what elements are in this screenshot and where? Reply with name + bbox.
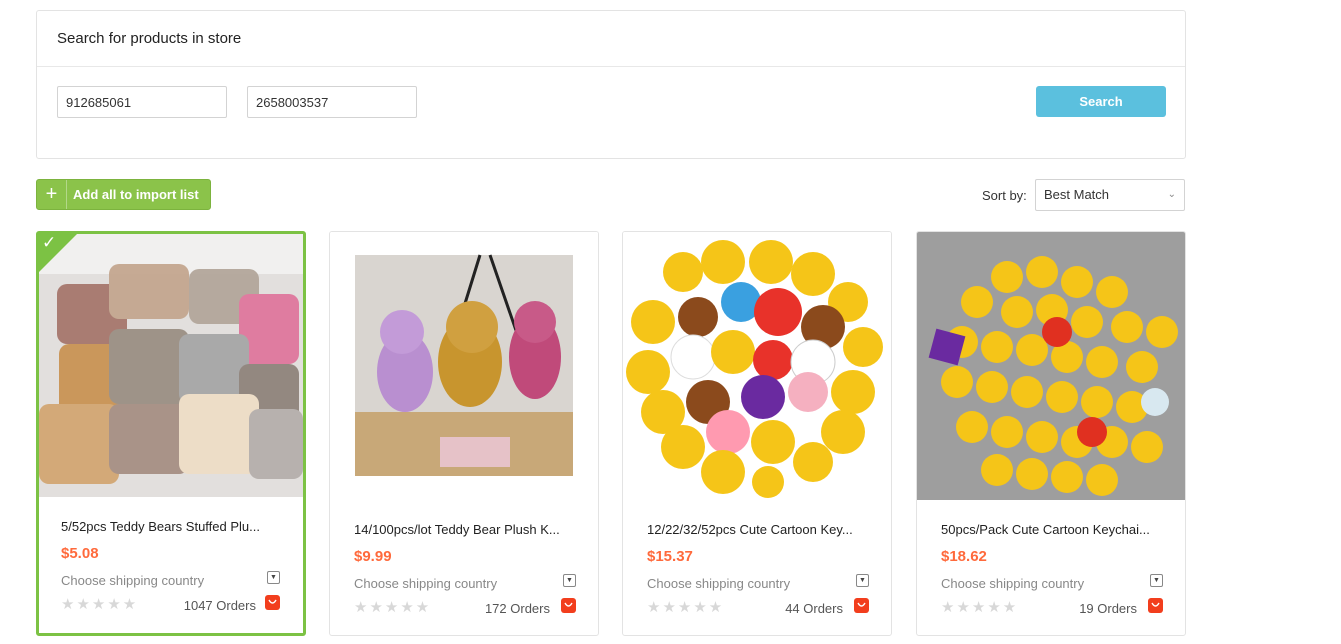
product-image[interactable]: [917, 232, 1185, 500]
product-card[interactable]: ✓ 5/52pcs Teddy Bears Stuffed Plu... $5.…: [36, 231, 306, 636]
aliexpress-icon[interactable]: [265, 595, 280, 610]
shipping-dropdown-icon[interactable]: ▼: [267, 571, 280, 584]
product-price: $5.08: [61, 545, 99, 562]
product-id-field-2[interactable]: [247, 86, 417, 118]
product-title[interactable]: 14/100pcs/lot Teddy Bear Plush K...: [354, 522, 578, 537]
shipping-country-label[interactable]: Choose shipping country: [941, 576, 1084, 591]
product-image[interactable]: [623, 232, 891, 500]
checkmark-icon: ✓: [42, 233, 57, 252]
order-count: 1047 Orders: [183, 598, 256, 613]
product-card[interactable]: 12/22/32/52pcs Cute Cartoon Key... $15.3…: [622, 231, 892, 636]
search-button[interactable]: Search: [1036, 86, 1166, 117]
order-count: 172 Orders: [484, 601, 550, 616]
chevron-down-icon: ⌄: [1167, 189, 1176, 200]
product-id-field-1[interactable]: [57, 86, 227, 118]
product-title[interactable]: 50pcs/Pack Cute Cartoon Keychai...: [941, 522, 1165, 537]
rating-stars: ★★★★★: [647, 599, 725, 616]
aliexpress-icon[interactable]: [1148, 598, 1163, 613]
order-count: 19 Orders: [1079, 601, 1137, 616]
product-price: $15.37: [647, 548, 693, 565]
product-price: $9.99: [354, 548, 392, 565]
shipping-country-label[interactable]: Choose shipping country: [61, 573, 204, 588]
rating-stars: ★★★★★: [941, 599, 1019, 616]
sort-value: Best Match: [1044, 187, 1110, 202]
add-all-to-import-button[interactable]: + Add all to import list: [36, 179, 211, 210]
plus-icon: +: [37, 180, 67, 209]
product-card[interactable]: 14/100pcs/lot Teddy Bear Plush K... $9.9…: [329, 231, 599, 636]
shipping-dropdown-icon[interactable]: ▼: [856, 574, 869, 587]
product-title[interactable]: 5/52pcs Teddy Bears Stuffed Plu...: [61, 519, 285, 534]
shipping-dropdown-icon[interactable]: ▼: [563, 574, 576, 587]
rating-stars: ★★★★★: [61, 596, 139, 613]
shipping-country-label[interactable]: Choose shipping country: [647, 576, 790, 591]
shipping-country-label[interactable]: Choose shipping country: [354, 576, 497, 591]
product-image[interactable]: [330, 232, 598, 500]
product-card[interactable]: 50pcs/Pack Cute Cartoon Keychai... $18.6…: [916, 231, 1186, 636]
rating-stars: ★★★★★: [354, 599, 432, 616]
sort-select[interactable]: Best Match ⌄: [1035, 179, 1185, 211]
aliexpress-icon[interactable]: [854, 598, 869, 613]
product-title[interactable]: 12/22/32/52pcs Cute Cartoon Key...: [647, 522, 871, 537]
sort-label: Sort by:: [982, 188, 1027, 203]
order-count: 44 Orders: [785, 601, 843, 616]
search-panel: Search for products in store Search: [36, 10, 1186, 159]
shipping-dropdown-icon[interactable]: ▼: [1150, 574, 1163, 587]
aliexpress-icon[interactable]: [561, 598, 576, 613]
panel-title: Search for products in store: [37, 11, 1185, 67]
add-all-label: Add all to import list: [73, 187, 199, 202]
product-price: $18.62: [941, 548, 987, 565]
product-image[interactable]: [39, 234, 303, 497]
